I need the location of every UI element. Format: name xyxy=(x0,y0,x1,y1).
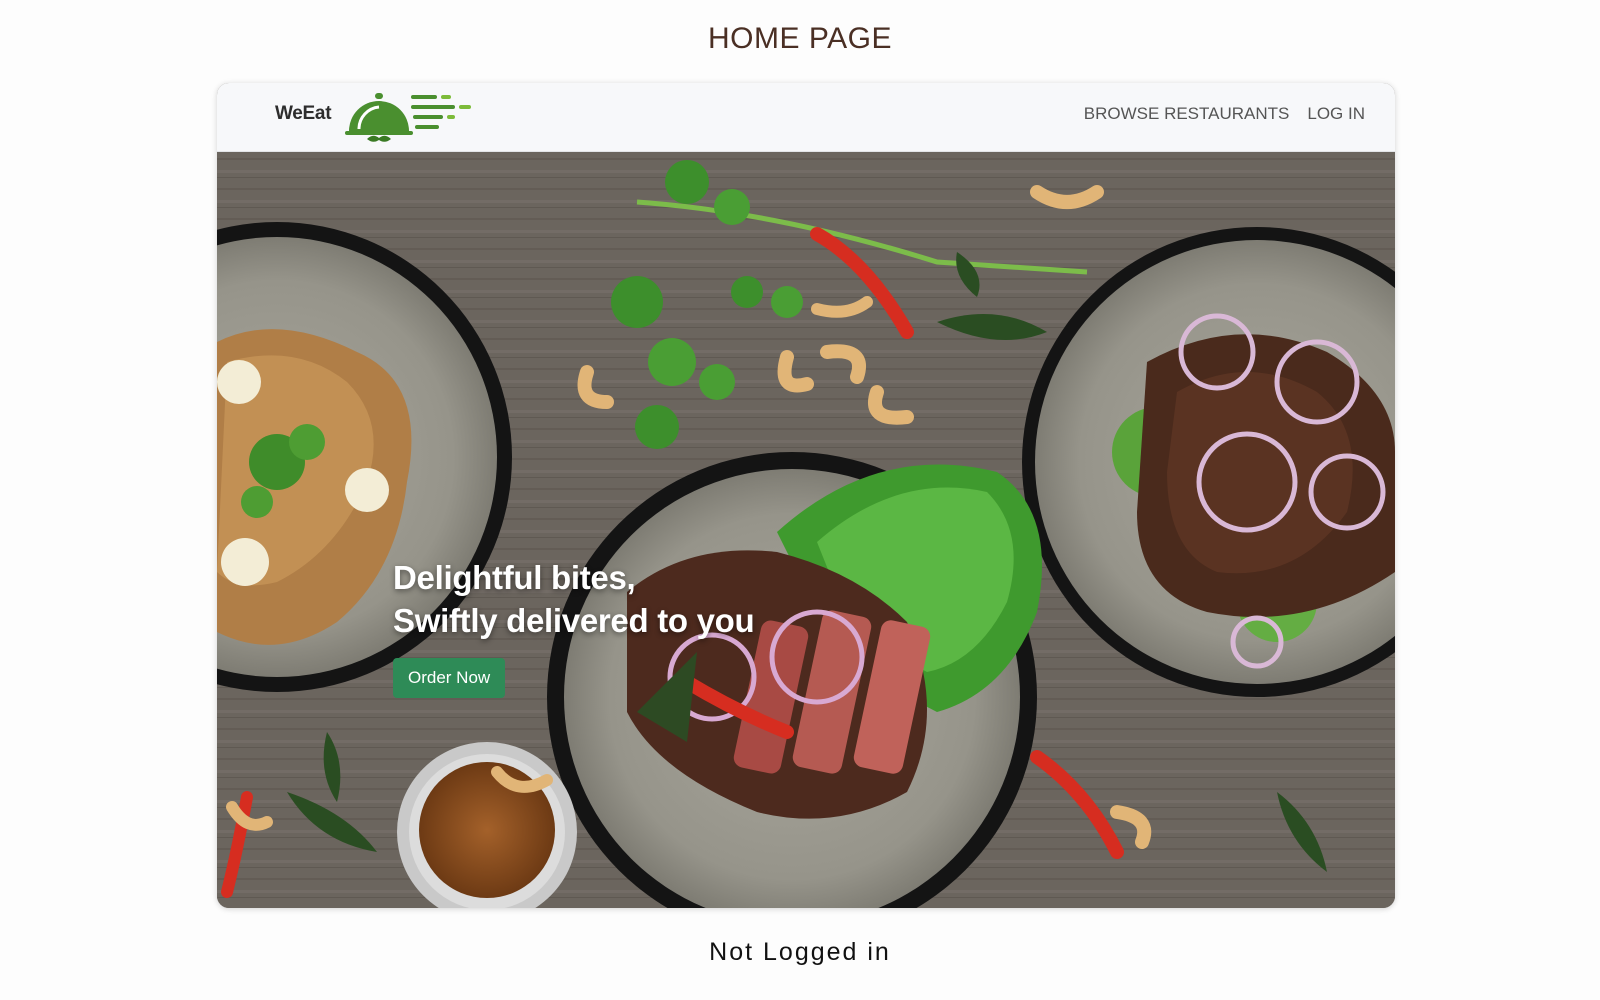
nav-links: BROWSE RESTAURANTS LOG IN xyxy=(1084,104,1365,124)
logo-text: WeEat xyxy=(275,103,332,124)
app-screenshot: WeEat BROWSE RESTAURANTS LOG IN Delightf… xyxy=(217,83,1395,908)
cloche-delivery-icon xyxy=(345,93,471,142)
logo[interactable]: WeEat xyxy=(275,85,475,149)
order-now-button[interactable]: Order Now xyxy=(393,658,506,698)
hero-text: Delightful bites, Swiftly delivered to y… xyxy=(393,556,755,698)
hero-food-image xyxy=(217,152,1395,908)
login-status: Not Logged in xyxy=(709,938,891,966)
hero-headline-line-2: Swiftly delivered to you xyxy=(393,602,755,639)
page-title: HOME PAGE xyxy=(708,22,892,55)
nav-browse-restaurants[interactable]: BROWSE RESTAURANTS xyxy=(1084,104,1290,124)
hero-section: Delightful bites, Swiftly delivered to y… xyxy=(217,152,1395,908)
hero-headline-line-1: Delightful bites, xyxy=(393,559,636,596)
navbar: WeEat BROWSE RESTAURANTS LOG IN xyxy=(217,83,1395,152)
nav-log-in[interactable]: LOG IN xyxy=(1307,104,1365,124)
